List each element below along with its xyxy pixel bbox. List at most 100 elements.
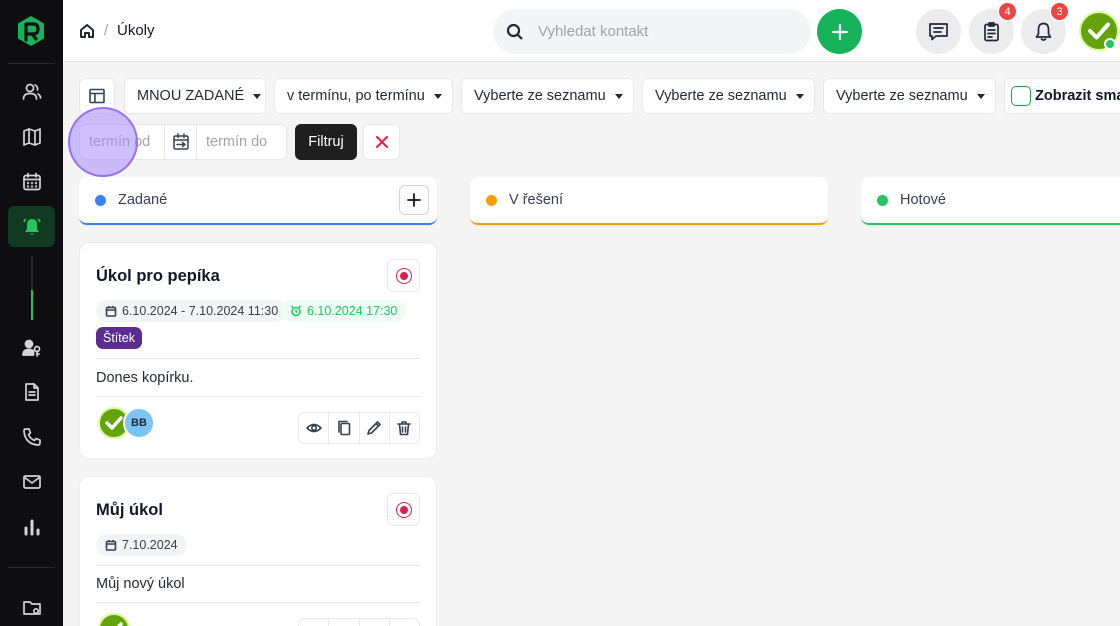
sidebar — [0, 0, 63, 626]
select-filter-3[interactable]: Vyberte ze seznamu — [823, 78, 996, 114]
task-date: 7.10.2024 — [122, 538, 178, 552]
add-button[interactable] — [817, 9, 862, 54]
home-icon[interactable] — [79, 23, 95, 39]
folder-settings-icon[interactable] — [18, 594, 46, 622]
bell-icon — [1035, 22, 1052, 41]
click-indicator — [68, 107, 138, 177]
task-actions — [298, 412, 420, 444]
task-description: Můj nový úkol — [96, 576, 185, 592]
view-button[interactable] — [299, 619, 328, 626]
task-card[interactable]: Úkol pro pepíka 6.10.2024 - 7.10.2024 11… — [79, 242, 437, 459]
alarm-icon — [290, 305, 302, 317]
assignee-avatar[interactable]: BB — [123, 407, 155, 439]
plus-icon — [831, 23, 848, 40]
record-button[interactable] — [387, 259, 420, 292]
task-date-chip: 7.10.2024 — [96, 534, 187, 556]
deadline-filter-value: v termínu, po termínu — [287, 88, 425, 104]
phone-icon[interactable] — [18, 423, 46, 451]
column-title: Hotové — [900, 192, 946, 208]
tasks-count-badge: 4 — [998, 2, 1017, 21]
record-icon — [395, 501, 412, 518]
sidebar-divider — [8, 63, 55, 64]
user-key-icon[interactable] — [18, 334, 46, 362]
calendar-icon[interactable] — [18, 168, 46, 196]
calendar-arrow-icon — [164, 124, 197, 160]
alerts-button[interactable]: 3 — [1021, 2, 1069, 54]
assigned-filter-dropdown[interactable]: MNOU ZADANÉ — [124, 78, 266, 114]
delete-button[interactable] — [388, 413, 419, 443]
copy-icon — [338, 420, 351, 436]
show-deleted-checkbox[interactable] — [1011, 86, 1031, 106]
column-status-dot — [486, 194, 497, 206]
search-input[interactable] — [538, 23, 788, 40]
task-date-range: 6.10.2024 - 7.10.2024 11:30 — [122, 304, 279, 318]
copy-button[interactable] — [328, 619, 358, 626]
close-icon — [375, 136, 388, 148]
message-icon — [929, 23, 948, 41]
view-button[interactable] — [299, 413, 328, 443]
select-filter-2[interactable]: Vyberte ze seznamu — [642, 78, 815, 114]
column-header-done: Hotové — [861, 177, 1120, 225]
alerts-count-badge: 3 — [1050, 2, 1069, 21]
edit-button[interactable] — [358, 413, 389, 443]
task-reminder: 6.10.2024 17:30 — [307, 304, 398, 318]
trash-icon — [397, 421, 412, 436]
search-icon — [506, 23, 523, 40]
mail-icon[interactable] — [18, 468, 46, 496]
column-title: Zadané — [118, 192, 168, 208]
show-deleted-toggle[interactable]: Zobrazit smazané — [1004, 78, 1120, 114]
task-reminder-chip: 6.10.2024 17:30 — [281, 300, 407, 322]
tasks-button[interactable]: 4 — [969, 2, 1017, 54]
task-date-chip: 6.10.2024 - 7.10.2024 11:30 — [96, 300, 288, 322]
add-task-button[interactable] — [399, 185, 429, 215]
select-filter-2-value: Vyberte ze seznamu — [655, 88, 787, 104]
select-filter-1[interactable]: Vyberte ze seznamu — [461, 78, 634, 114]
bell-icon — [22, 217, 41, 235]
task-card[interactable]: Můj úkol 7.10.2024 Můj nový úkol — [79, 476, 437, 626]
select-filter-3-value: Vyberte ze seznamu — [836, 88, 968, 104]
task-title: Úkol pro pepíka — [96, 267, 220, 285]
column-header-in-progress: V řešení — [470, 177, 828, 225]
sidebar-item-tasks[interactable] — [8, 206, 55, 247]
task-actions — [298, 618, 420, 626]
column-header-assigned: Zadané — [79, 177, 437, 225]
edit-button[interactable] — [358, 619, 389, 626]
column-title: V řešení — [509, 192, 563, 208]
apply-filter-button[interactable]: Filtruj — [295, 124, 357, 160]
table-icon — [89, 88, 105, 104]
date-to-input[interactable] — [197, 134, 281, 150]
sidebar-divider — [8, 567, 55, 568]
sidebar-track-active — [31, 290, 33, 320]
online-status-dot — [1104, 38, 1116, 50]
clear-filter-button[interactable] — [363, 124, 400, 160]
contacts-icon[interactable] — [18, 78, 46, 106]
record-button[interactable] — [387, 493, 420, 526]
show-deleted-label: Zobrazit smazané — [1035, 88, 1120, 104]
card-divider — [96, 396, 420, 397]
sidebar-track — [31, 256, 33, 290]
task-tag: Štítek — [96, 327, 142, 349]
pencil-icon — [367, 421, 381, 435]
caret-down-icon — [795, 93, 804, 99]
deadline-filter-dropdown[interactable]: v termínu, po termínu — [274, 78, 453, 114]
checkmark-icon — [105, 416, 123, 430]
messages-button[interactable] — [916, 9, 961, 54]
search-box — [493, 9, 811, 54]
document-icon[interactable] — [18, 378, 46, 406]
calendar-icon — [105, 306, 117, 317]
chart-icon[interactable] — [18, 513, 46, 541]
task-title: Můj úkol — [96, 501, 163, 519]
checkmark-icon — [116, 622, 123, 626]
delete-button[interactable] — [388, 619, 419, 626]
column-status-dot — [877, 194, 888, 206]
map-icon[interactable] — [18, 123, 46, 151]
record-icon — [395, 267, 412, 284]
calendar-icon — [105, 540, 117, 551]
assignee-avatar[interactable] — [98, 613, 130, 626]
app-logo[interactable] — [16, 15, 46, 47]
card-divider — [96, 358, 420, 359]
caret-down-icon — [433, 93, 442, 99]
copy-button[interactable] — [328, 413, 358, 443]
plus-icon — [407, 193, 421, 207]
top-bar: / Úkoly 4 3 — [63, 0, 1120, 62]
